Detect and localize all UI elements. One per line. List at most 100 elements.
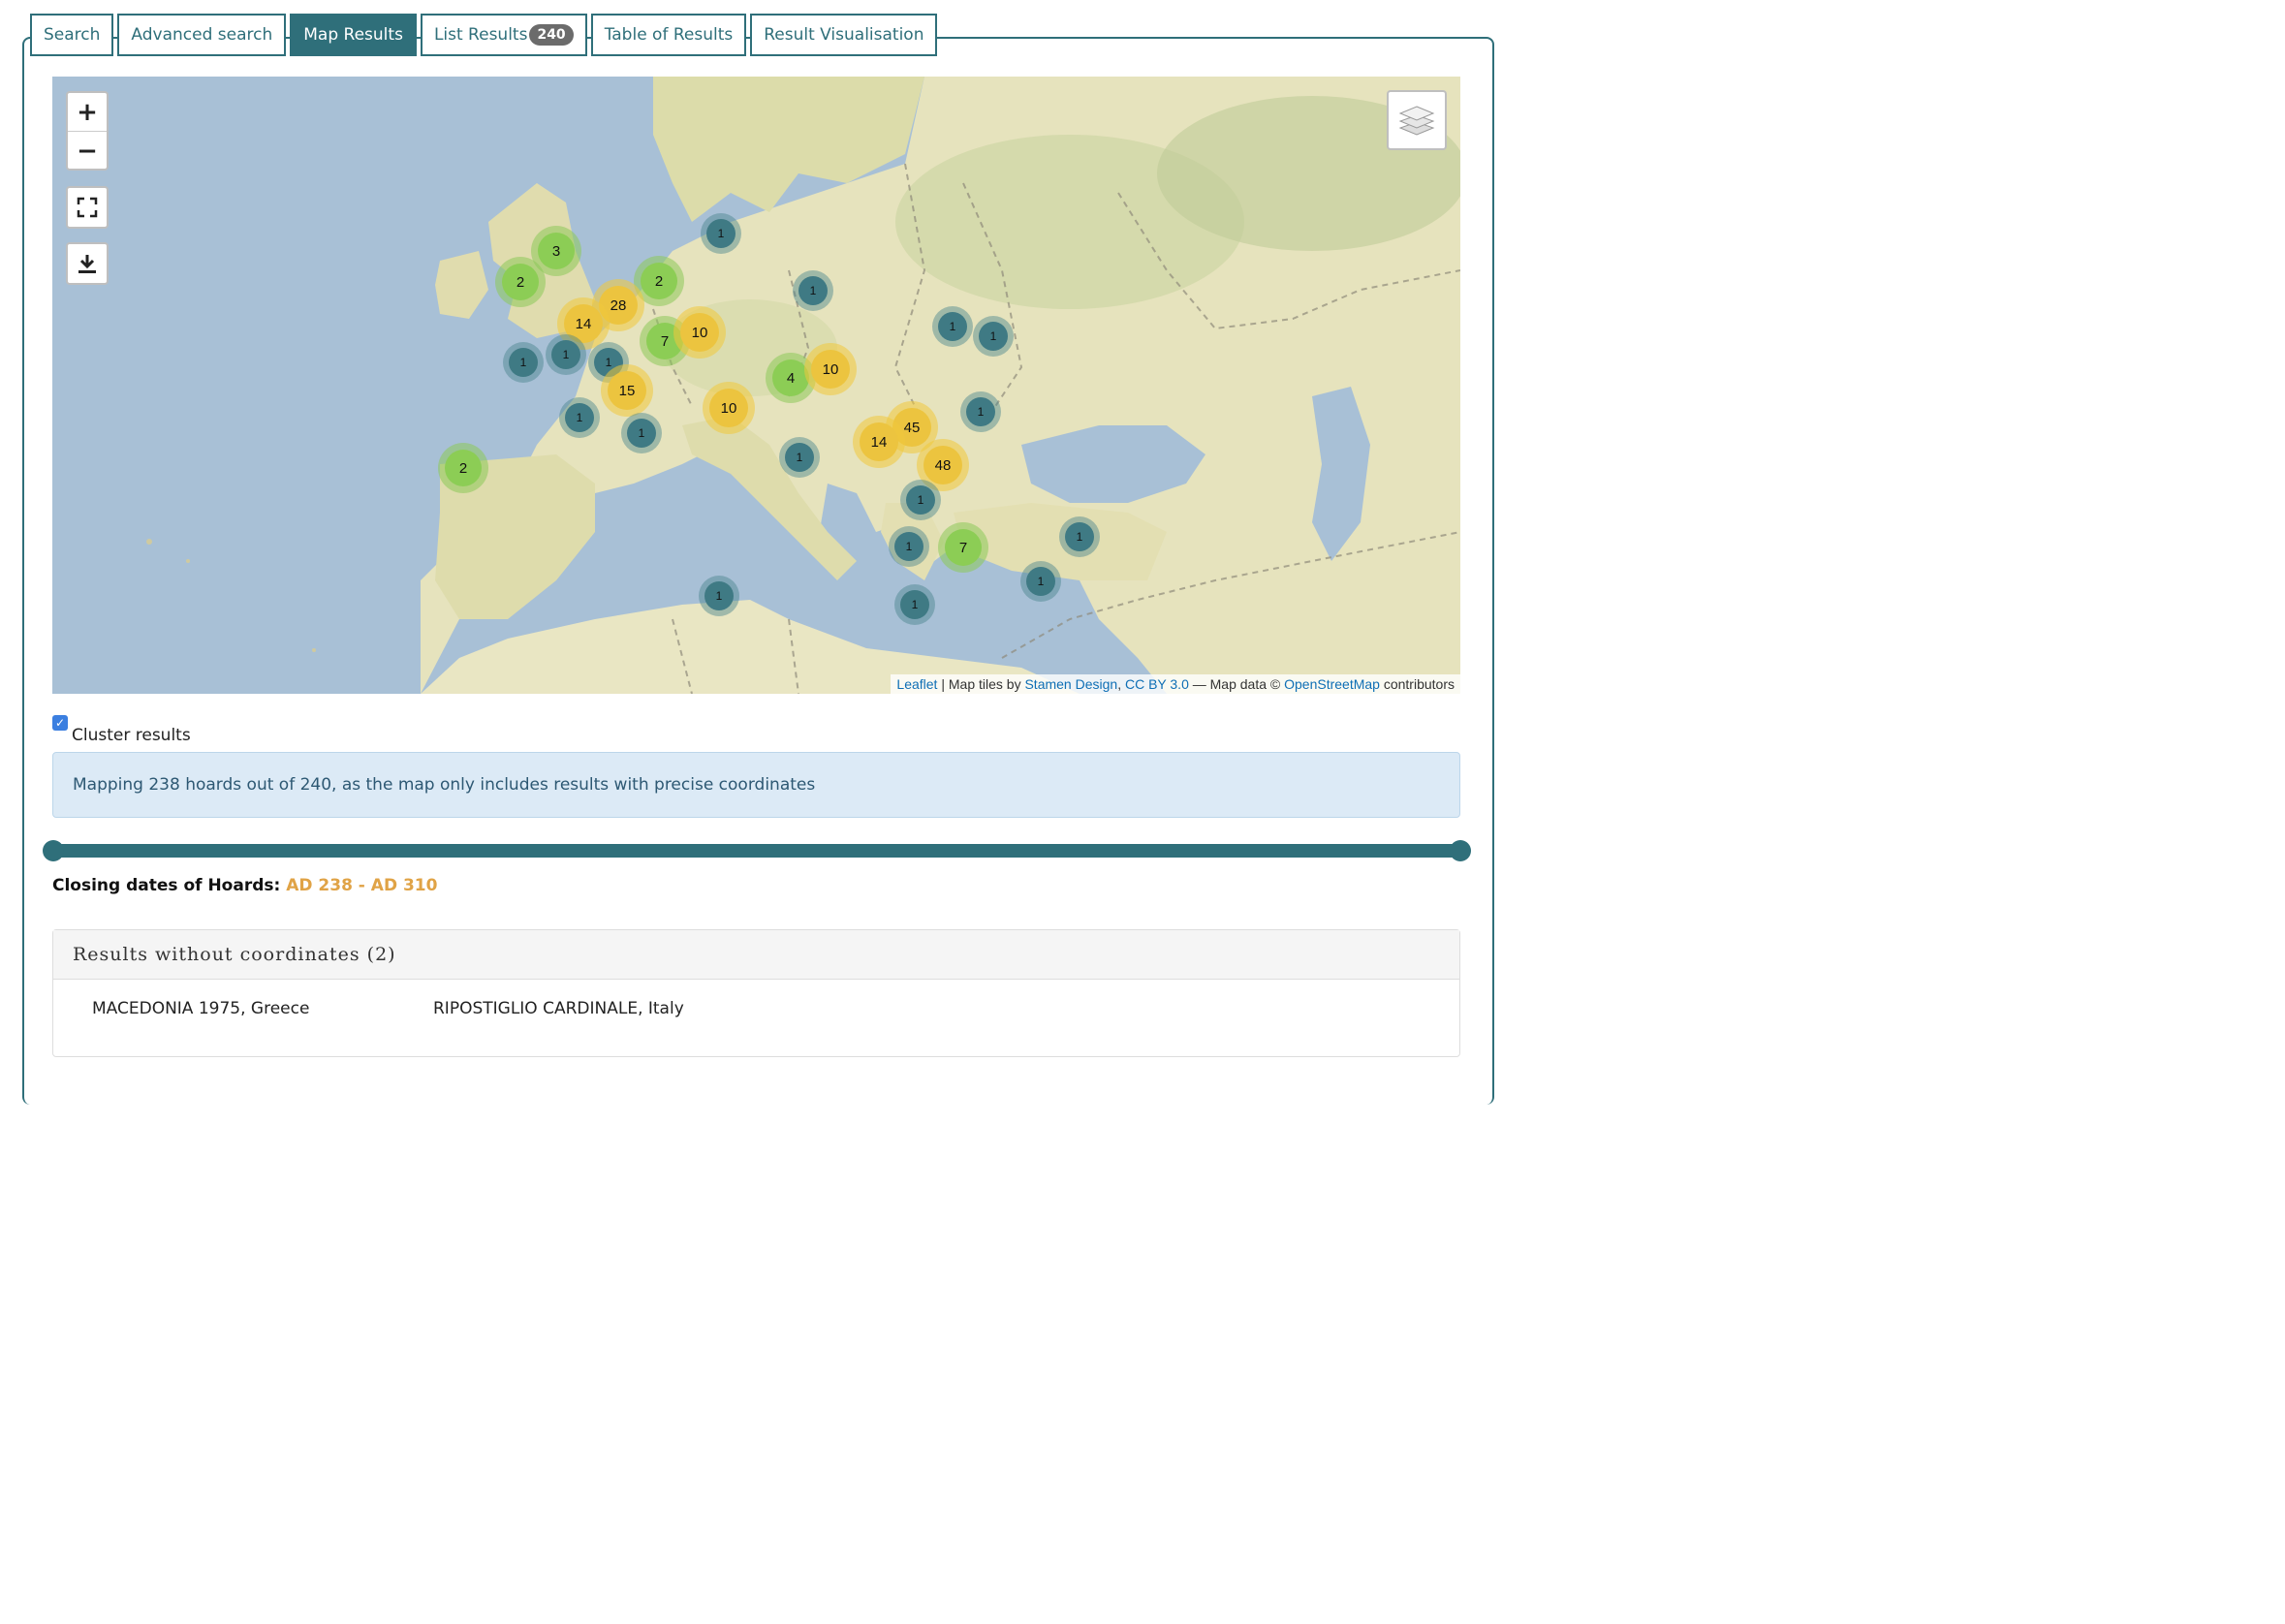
slider-end-handle[interactable] [1450,840,1471,861]
results-tabs: Search Advanced search Map Results List … [30,14,938,58]
cluster-count: 10 [709,389,748,427]
closing-dates: Closing dates of Hoards: AD 238 - AD 310 [52,876,437,895]
cluster-marker[interactable]: 1 [932,306,973,347]
cluster-marker[interactable]: 1 [621,413,662,453]
cluster-marker[interactable]: 1 [546,334,586,375]
cluster-count: 14 [860,422,898,461]
layers-button[interactable] [1387,90,1447,150]
cluster-count: 1 [1065,522,1094,551]
attribution-text: | Map tiles by [941,676,1021,692]
section-heading: Results without coordinates (2) [53,930,1459,980]
mapping-info-alert: Mapping 238 hoards out of 240, as the ma… [52,752,1460,818]
result-list: MACEDONIA 1975, Greece RIPOSTIGLIO CARDI… [53,980,1459,1040]
cluster-count: 3 [538,233,575,269]
cluster-count: 10 [811,350,850,389]
cluster-count: 2 [502,264,539,300]
license-link[interactable]: CC BY 3.0 [1125,676,1189,692]
cluster-marker[interactable]: 1 [779,437,820,478]
tab-list-results[interactable]: List Results 240 [420,14,587,56]
osm-link[interactable]: OpenStreetMap [1284,676,1380,692]
cluster-count: 10 [680,313,719,352]
zoom-control: + − [66,91,109,171]
cluster-marker[interactable]: 2 [438,443,488,493]
cluster-count: 15 [608,371,646,410]
attribution-comma: , [1117,676,1122,692]
tab-label: Search [44,25,101,45]
fullscreen-button[interactable] [66,186,109,229]
results-without-coordinates: Results without coordinates (2) MACEDONI… [52,929,1460,1057]
cluster-count: 1 [627,419,656,448]
cluster-marker[interactable]: 1 [973,316,1014,357]
tab-advanced-search[interactable]: Advanced search [117,14,287,56]
cluster-marker[interactable]: 1 [699,576,739,616]
tab-map-results[interactable]: Map Results [290,14,417,56]
cluster-marker[interactable]: 14 [853,416,905,468]
cluster-count: 1 [706,219,736,248]
map-attribution: Leaflet | Map tiles by Stamen Design, CC… [891,674,1460,694]
cluster-count: 1 [704,581,734,610]
cluster-marker[interactable]: 1 [1059,516,1100,557]
cluster-count: 1 [906,485,935,515]
cluster-marker[interactable]: 10 [703,382,755,434]
cluster-marker[interactable]: 15 [601,364,653,417]
cluster-count: 1 [551,340,580,369]
cluster-marker[interactable]: 1 [894,584,935,625]
cluster-marker[interactable]: 1 [793,270,833,311]
tab-label: List Results [433,25,528,45]
attribution-text: contributors [1383,676,1455,692]
cluster-count: 48 [923,446,962,484]
list-item[interactable]: MACEDONIA 1975, Greece [92,999,309,1018]
results-map[interactable]: + − 3 2 1 2 28 14 7 10 1 1 1 1 15 1 1 4 10 1 1 10 1 45 14 2 1 48 1… [52,77,1460,694]
cluster-count: 1 [979,322,1008,351]
cluster-marker[interactable]: 1 [559,397,600,438]
map-basemap [52,77,1460,694]
cluster-count: 1 [966,397,995,426]
cluster-results-checkbox[interactable]: ✓ [52,715,68,731]
zoom-in-button[interactable]: + [68,93,107,132]
cluster-count: 7 [945,529,982,566]
results-count-badge: 240 [529,24,574,46]
layers-icon [1398,106,1435,136]
leaflet-link[interactable]: Leaflet [896,676,937,692]
attribution-text: — Map data © [1192,676,1281,692]
cluster-count: 2 [641,263,677,299]
cluster-count: 1 [798,276,828,305]
slider-start-handle[interactable] [43,840,64,861]
cluster-results-label: Cluster results [72,726,191,745]
tab-label: Table of Results [604,25,734,45]
cluster-count: 1 [509,348,538,377]
cluster-marker[interactable]: 1 [900,480,941,520]
zoom-out-button[interactable]: − [68,132,107,170]
cluster-marker[interactable]: 1 [889,526,929,567]
list-item[interactable]: RIPOSTIGLIO CARDINALE, Italy [433,999,684,1018]
tab-label: Advanced search [131,25,273,45]
stamen-link[interactable]: Stamen Design [1024,676,1117,692]
tab-table-of-results[interactable]: Table of Results [590,14,747,56]
closing-dates-value: AD 238 - AD 310 [286,876,438,895]
cluster-count: 1 [900,590,929,619]
tab-label: Map Results [303,25,403,45]
cluster-marker[interactable]: 7 [938,522,988,573]
cluster-count: 1 [565,403,594,432]
date-range-slider[interactable] [52,844,1460,858]
tab-label: Result Visualisation [764,25,924,45]
cluster-marker[interactable]: 1 [701,213,741,254]
cluster-marker[interactable]: 1 [960,391,1001,432]
download-icon [78,255,96,273]
cluster-marker[interactable]: 1 [1020,561,1061,602]
tab-search[interactable]: Search [30,14,114,56]
cluster-marker[interactable]: 2 [495,257,546,307]
fullscreen-icon [77,197,98,218]
cluster-marker[interactable]: 10 [673,306,726,359]
info-message: Mapping 238 hoards out of 240, as the ma… [73,775,816,795]
cluster-count: 2 [445,450,482,486]
download-button[interactable] [66,242,109,285]
cluster-count: 1 [938,312,967,341]
tab-result-visualisation[interactable]: Result Visualisation [750,14,938,56]
cluster-count: 1 [1026,567,1055,596]
cluster-count: 1 [894,532,923,561]
cluster-marker[interactable]: 1 [503,342,544,383]
cluster-count: 1 [785,443,814,472]
closing-dates-label: Closing dates of Hoards: [52,876,281,895]
cluster-marker[interactable]: 10 [804,343,857,395]
